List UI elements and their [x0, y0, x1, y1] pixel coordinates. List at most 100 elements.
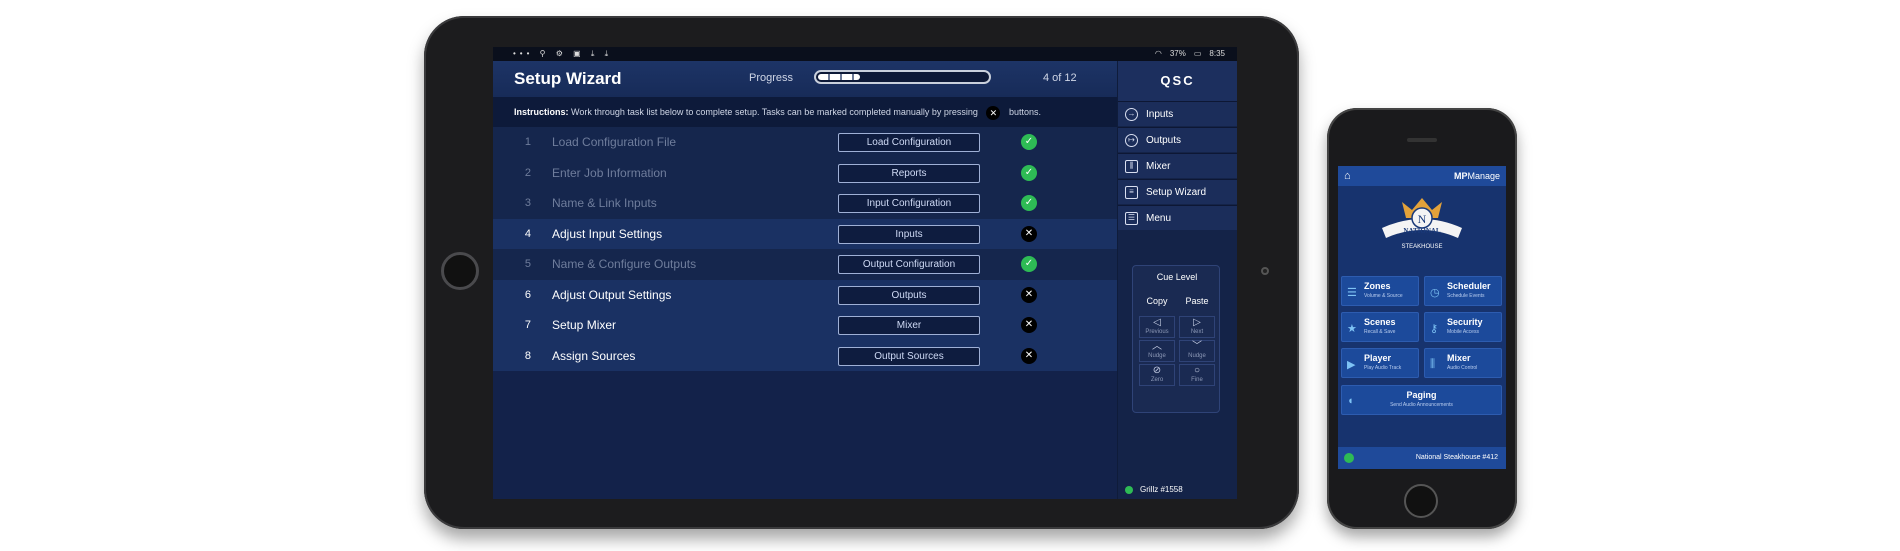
tile-subtitle: Send Audio Announcements: [1390, 402, 1453, 408]
progress-bar: [814, 70, 991, 84]
zero-label: Zero: [1150, 377, 1164, 383]
chevron-down-icon: ﹀: [1192, 341, 1202, 352]
tile-title: Mixer: [1447, 353, 1471, 363]
task-list: 1 Load Configuration File Load Configura…: [493, 127, 1117, 371]
task-number: 3: [524, 197, 531, 209]
sidebar-item-label: Menu: [1146, 213, 1172, 224]
scheduler-tile[interactable]: ◷ Scheduler Schedule Events: [1424, 276, 1502, 306]
tile-subtitle: Recall & Save: [1364, 329, 1396, 335]
task-status-toggle[interactable]: ✕: [1021, 317, 1037, 333]
mixer-tile[interactable]: ⫼ Mixer Audio Control: [1424, 348, 1502, 378]
task-number: 6: [524, 288, 531, 301]
input-configuration-button[interactable]: Input Configuration: [838, 194, 980, 213]
task-status-toggle[interactable]: ✕: [1021, 225, 1037, 242]
task-label: Load Configuration File: [552, 135, 677, 149]
sidebar-item-mixer[interactable]: ⫼ Mixer: [1118, 153, 1237, 178]
sidebar-item-setup-wizard[interactable]: ≡ Setup Wizard: [1118, 179, 1237, 204]
zones-tile[interactable]: ☰ Zones Volume & Source: [1341, 276, 1419, 306]
task-label: Assign Sources: [552, 348, 636, 363]
inputs-button[interactable]: Inputs: [838, 224, 980, 244]
tile-title: Paging: [1406, 390, 1437, 400]
output-sources-button[interactable]: Output Sources: [838, 346, 980, 366]
tablet-screen: ••• ⚲ ⚙ ▣ ⤓ ⤓ ◠ 37% ▭ 8:35 Setup Wizard …: [493, 47, 1237, 499]
security-tile[interactable]: ⚷ Security Mobile Access: [1424, 312, 1502, 342]
megaphone-icon: ◖: [1347, 395, 1354, 407]
brand-text: Manage: [1467, 171, 1500, 181]
task-label: Setup Mixer: [552, 318, 617, 332]
scenes-tile[interactable]: ★ Scenes Recall & Save: [1341, 312, 1419, 342]
task-number: 4: [524, 227, 531, 240]
national-steakhouse-logo: N NATIONAL STEAKHOUSE: [1382, 198, 1462, 250]
zero-button[interactable]: ⊘ Zero: [1139, 364, 1175, 386]
task-status-toggle[interactable]: ✓: [1021, 164, 1037, 181]
progress-fill: [818, 74, 860, 80]
copy-button[interactable]: Copy: [1139, 296, 1175, 306]
venue-name: National Steakhouse #412: [1415, 454, 1498, 461]
status-dot: [1125, 486, 1133, 494]
task-status-toggle[interactable]: ✓: [1021, 256, 1037, 272]
status-dot: [1344, 453, 1354, 463]
task-status-toggle[interactable]: ✓: [1021, 134, 1037, 150]
brand-bold: MP: [1453, 171, 1468, 181]
clock-time: 8:35: [1209, 49, 1225, 58]
output-configuration-button[interactable]: Output Configuration: [838, 255, 980, 274]
sidebar: QSC → Inputs ↦ Outputs ⫼ Mixer ≡ Setup W…: [1118, 61, 1237, 499]
tile-subtitle: Play Audio Track: [1364, 365, 1402, 371]
output-icon: ↦: [1125, 134, 1138, 147]
task-status-toggle[interactable]: ✕: [1021, 286, 1037, 303]
task-label: Adjust Output Settings: [552, 287, 672, 302]
sidebar-item-label: Setup Wizard: [1146, 187, 1207, 198]
close-icon: ✕: [986, 105, 1001, 120]
nudge-up-button[interactable]: ︿ Nudge: [1139, 340, 1175, 362]
home-icon[interactable]: ⌂: [1344, 166, 1351, 186]
battery-icon: ▭: [1193, 49, 1202, 58]
paste-button[interactable]: Paste: [1179, 296, 1215, 306]
next-button[interactable]: ▷ Next: [1179, 316, 1215, 338]
task-row: 7 Setup Mixer Mixer ✕: [493, 310, 1117, 341]
mixer-icon: ⫼: [1125, 160, 1138, 173]
phone-home-button[interactable]: [1404, 484, 1438, 518]
task-status-toggle[interactable]: ✕: [1021, 347, 1037, 364]
wizard-header: Setup Wizard Progress 4 of 12: [493, 61, 1117, 97]
tile-title: Scenes: [1364, 317, 1396, 327]
reports-button[interactable]: Reports: [838, 163, 980, 183]
tile-subtitle: Mobile Access: [1447, 329, 1479, 335]
task-number: 8: [524, 349, 531, 362]
play-icon: ▶: [1347, 359, 1356, 371]
phone-speaker: [1407, 138, 1437, 142]
phone-header: ⌂ MPManage: [1338, 166, 1506, 186]
logo-text: NATIONAL: [1403, 227, 1441, 235]
next-icon: ▷: [1193, 317, 1201, 328]
page-title: Setup Wizard: [514, 69, 622, 88]
previous-button[interactable]: ◁ Previous: [1139, 316, 1175, 338]
task-row: 1 Load Configuration File Load Configura…: [493, 127, 1117, 158]
fine-label: Fine: [1191, 377, 1203, 383]
outputs-button[interactable]: Outputs: [838, 285, 980, 305]
device-status: Grillz #1558: [1118, 481, 1237, 499]
logo-subtext: STEAKHOUSE: [1401, 244, 1442, 250]
task-status-toggle[interactable]: ✓: [1021, 195, 1037, 211]
fine-button[interactable]: ○ Fine: [1179, 364, 1215, 386]
paging-tile[interactable]: ◖ Paging Send Audio Announcements: [1341, 385, 1502, 415]
task-row: 2 Enter Job Information Reports ✓: [493, 157, 1117, 188]
player-tile[interactable]: ▶ Player Play Audio Track: [1341, 348, 1419, 378]
sidebar-item-menu[interactable]: ☰ Menu: [1118, 205, 1237, 230]
load-configuration-button[interactable]: Load Configuration: [838, 133, 980, 152]
clipboard-icon: ≡: [1125, 186, 1138, 199]
tile-subtitle: Schedule Events: [1447, 293, 1485, 299]
tablet-device: ••• ⚲ ⚙ ▣ ⤓ ⤓ ◠ 37% ▭ 8:35 Setup Wizard …: [424, 16, 1299, 529]
instructions-lead: Instructions:: [514, 107, 569, 117]
tablet-home-button[interactable]: [441, 252, 479, 290]
sidebar-item-outputs[interactable]: ↦ Outputs: [1118, 127, 1237, 152]
progress-count: 4 of 12: [1043, 72, 1077, 84]
wifi-icon: ◠: [1154, 49, 1162, 58]
sidebar-item-inputs[interactable]: → Inputs: [1118, 101, 1237, 126]
nudge-down-button[interactable]: ﹀ Nudge: [1179, 340, 1215, 362]
mixer-button[interactable]: Mixer: [838, 316, 980, 335]
task-row: 3 Name & Link Inputs Input Configuration…: [493, 188, 1117, 219]
battery-level: 37%: [1169, 49, 1186, 58]
phone-device: ⌂ MPManage N NATIONAL STEAKHOUSE ☰ Zones…: [1327, 108, 1517, 529]
device-name: Grillz #1558: [1140, 485, 1183, 494]
phone-screen: ⌂ MPManage N NATIONAL STEAKHOUSE ☰ Zones…: [1338, 166, 1506, 469]
key-icon: ⚷: [1430, 323, 1439, 335]
